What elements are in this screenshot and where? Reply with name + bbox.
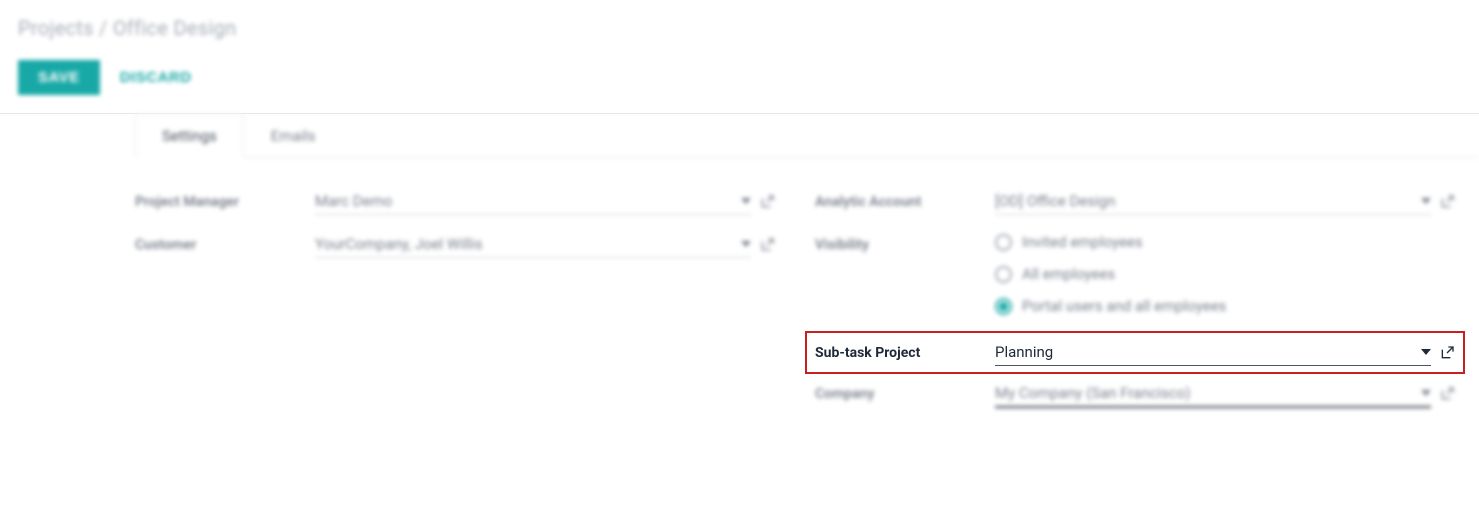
radio-icon [995, 298, 1012, 315]
save-button[interactable]: SAVE [18, 60, 100, 95]
project-manager-field[interactable]: Marc Demo [315, 188, 751, 215]
visibility-option-portal[interactable]: Portal users and all employees [995, 297, 1226, 315]
visibility-radio-group: Invited employees All employees Portal u… [995, 231, 1226, 315]
external-link-icon[interactable] [1439, 194, 1455, 210]
subtask-project-field[interactable]: Planning [995, 339, 1431, 366]
radio-icon [995, 266, 1012, 283]
project-manager-value: Marc Demo [315, 192, 741, 210]
company-value: My Company (San Francisco) [995, 384, 1421, 402]
subtask-project-value: Planning [995, 343, 1421, 361]
visibility-option-all[interactable]: All employees [995, 265, 1226, 283]
visibility-option-label: Portal users and all employees [1022, 297, 1226, 315]
customer-value: YourCompany, Joel Willis [315, 235, 741, 253]
breadcrumb-separator: / [99, 16, 108, 40]
discard-button[interactable]: DISCARD [120, 69, 192, 86]
external-link-icon[interactable] [1439, 386, 1455, 402]
chevron-down-icon[interactable] [1421, 390, 1431, 396]
tab-settings[interactable]: Settings [135, 114, 244, 158]
external-link-icon[interactable] [759, 194, 775, 210]
chevron-down-icon[interactable] [741, 198, 751, 204]
external-link-icon[interactable] [759, 237, 775, 253]
customer-label: Customer [135, 231, 315, 253]
analytic-account-field[interactable]: [OD] Office Design [995, 188, 1431, 215]
external-link-icon[interactable] [1439, 345, 1455, 361]
chevron-down-icon[interactable] [1421, 349, 1431, 355]
company-label: Company [815, 380, 995, 402]
visibility-option-label: All employees [1022, 265, 1115, 283]
chevron-down-icon[interactable] [741, 241, 751, 247]
visibility-option-invited[interactable]: Invited employees [995, 233, 1226, 251]
analytic-account-label: Analytic Account [815, 188, 995, 210]
analytic-account-value: [OD] Office Design [995, 192, 1421, 210]
breadcrumb: Projects / Office Design [18, 16, 1461, 40]
project-manager-label: Project Manager [135, 188, 315, 210]
company-field[interactable]: My Company (San Francisco) [995, 380, 1431, 408]
customer-field[interactable]: YourCompany, Joel Willis [315, 231, 751, 258]
visibility-option-label: Invited employees [1022, 233, 1143, 251]
breadcrumb-current: Office Design [113, 16, 237, 40]
breadcrumb-root[interactable]: Projects [18, 16, 94, 40]
visibility-label: Visibility [815, 231, 995, 253]
radio-icon [995, 234, 1012, 251]
chevron-down-icon[interactable] [1421, 198, 1431, 204]
subtask-project-highlight: Sub-task Project Planning [805, 331, 1465, 374]
subtask-project-label: Sub-task Project [815, 339, 995, 361]
tab-emails[interactable]: Emails [244, 114, 343, 158]
